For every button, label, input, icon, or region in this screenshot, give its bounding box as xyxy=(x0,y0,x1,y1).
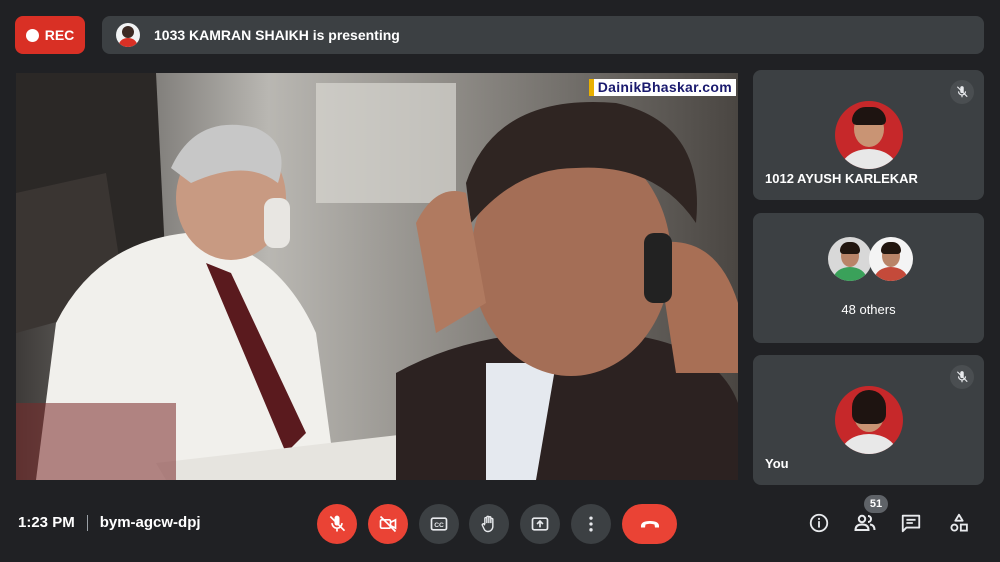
camera-off-icon xyxy=(379,515,397,533)
presenting-text: 1033 KAMRAN SHAIKH is presenting xyxy=(154,27,400,43)
show-everyone-button[interactable] xyxy=(852,510,878,536)
bottom-bar: 1:23 PM bym-agcw-dpj CC 51 xyxy=(0,492,1000,554)
mic-off-icon xyxy=(329,515,346,532)
presenter-avatar xyxy=(116,23,140,47)
svg-text:CC: CC xyxy=(434,522,444,529)
present-now-button[interactable] xyxy=(520,504,560,544)
avatar xyxy=(835,386,903,454)
presenting-banner[interactable]: 1033 KAMRAN SHAIKH is presenting xyxy=(102,16,984,54)
captions-icon: CC xyxy=(430,517,448,531)
presentation-video xyxy=(16,73,738,480)
rec-label: REC xyxy=(44,27,75,43)
meeting-code: bym-agcw-dpj xyxy=(99,514,201,531)
divider xyxy=(86,514,88,531)
leave-call-button[interactable] xyxy=(622,504,677,544)
camera-toggle-button[interactable] xyxy=(368,504,408,544)
others-count-label: 48 others xyxy=(841,302,896,317)
end-call-icon xyxy=(640,521,659,528)
more-options-button[interactable] xyxy=(571,504,611,544)
watermark: DainikBhaskar.com xyxy=(588,79,736,96)
avatar xyxy=(828,237,872,281)
mic-off-icon xyxy=(950,365,974,389)
chat-button[interactable] xyxy=(898,510,924,536)
people-icon xyxy=(854,514,876,531)
meeting-info: 1:23 PM bym-agcw-dpj xyxy=(18,514,201,531)
top-bar: REC 1033 KAMRAN SHAIKH is presenting xyxy=(0,0,1000,70)
clock-time: 1:23 PM xyxy=(18,514,75,531)
raise-hand-icon xyxy=(481,515,494,533)
info-icon xyxy=(809,513,829,533)
record-dot-icon xyxy=(25,28,39,42)
others-tile[interactable]: 48 others xyxy=(753,213,984,343)
activities-button[interactable] xyxy=(946,510,972,536)
presentation-stage: DainikBhaskar.com xyxy=(16,73,738,480)
raise-hand-button[interactable] xyxy=(469,504,509,544)
participant-tile[interactable]: 1012 AYUSH KARLEKAR xyxy=(753,70,984,200)
recording-indicator[interactable]: REC xyxy=(15,16,85,54)
avatar xyxy=(835,101,903,169)
mic-off-icon xyxy=(950,80,974,104)
activities-icon xyxy=(950,513,968,532)
microphone-toggle-button[interactable] xyxy=(317,504,357,544)
self-tile[interactable]: You xyxy=(753,355,984,485)
self-name: You xyxy=(765,456,789,471)
meeting-details-button[interactable] xyxy=(806,510,832,536)
avatar xyxy=(869,237,913,281)
participant-name: 1012 AYUSH KARLEKAR xyxy=(765,171,918,186)
present-screen-icon xyxy=(531,517,549,531)
more-options-icon xyxy=(589,516,593,532)
captions-button[interactable]: CC xyxy=(419,504,459,544)
chat-icon xyxy=(901,514,921,533)
